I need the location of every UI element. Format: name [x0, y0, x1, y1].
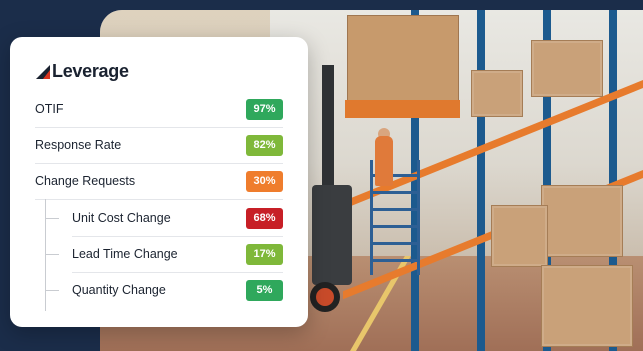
cardboard-box	[541, 185, 623, 257]
brand-name: Leverage	[52, 61, 129, 81]
lifted-box	[347, 15, 459, 102]
metric-label: Change Requests	[35, 174, 136, 188]
pallet	[345, 100, 460, 118]
metric-label: Quantity Change	[72, 283, 166, 297]
leverage-logo-icon	[36, 64, 50, 79]
metric-badge: 68%	[246, 207, 283, 229]
metrics-card: Leverage OTIF 97% Response Rate 82% Chan…	[10, 37, 308, 327]
metric-badge: 5%	[246, 279, 283, 301]
metric-label: OTIF	[35, 102, 64, 116]
cardboard-box	[541, 265, 633, 347]
metric-badge: 30%	[246, 170, 283, 192]
submetric-row-lead-time: Lead Time Change 17%	[72, 236, 283, 273]
cardboard-box	[491, 205, 548, 267]
metric-label: Lead Time Change	[72, 247, 178, 261]
tree-branch	[45, 218, 59, 219]
tree-branch	[45, 290, 59, 291]
metric-badge: 97%	[246, 98, 283, 120]
metric-row-response-rate: Response Rate 82%	[35, 127, 283, 164]
tree-branch	[45, 254, 59, 255]
cardboard-box	[531, 40, 603, 97]
metric-badge: 17%	[246, 243, 283, 265]
metric-label: Unit Cost Change	[72, 211, 171, 225]
cardboard-box	[471, 70, 523, 117]
worker	[375, 136, 393, 186]
metric-row-otif: OTIF 97%	[35, 91, 283, 128]
tree-connector	[45, 199, 46, 311]
brand-logo: Leverage	[36, 61, 129, 82]
metric-label: Response Rate	[35, 138, 122, 152]
forklift-body	[312, 185, 352, 285]
metric-badge: 82%	[246, 134, 283, 156]
submetric-row-unit-cost: Unit Cost Change 68%	[72, 200, 283, 237]
submetric-row-quantity: Quantity Change 5%	[72, 272, 283, 308]
metric-row-change-requests: Change Requests 30%	[35, 163, 283, 200]
forklift-wheel	[310, 282, 340, 312]
